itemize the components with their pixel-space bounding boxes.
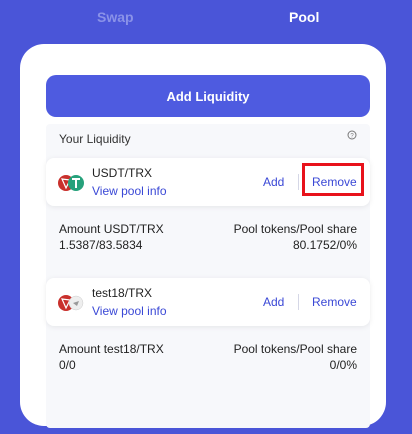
your-liquidity-heading: Your Liquidity (59, 132, 131, 146)
question-circle-icon: ? (347, 130, 357, 140)
pool-share-value: 80.1752/0% (292, 238, 357, 252)
tab-swap[interactable]: Swap (97, 9, 134, 25)
token-pair-icon (58, 173, 88, 193)
amount-value: 1.5387/83.5834 (59, 238, 143, 252)
add-liquidity-button[interactable]: Add Liquidity (46, 75, 370, 117)
pool-pair-name: test18/TRX (92, 286, 153, 300)
pool-share-label: Pool tokens/Pool share (233, 222, 357, 236)
remove-highlight-box (302, 163, 364, 196)
pool-header: test18/TRX View pool info Add Remove (46, 278, 370, 326)
pool-pair-name: USDT/TRX (92, 166, 152, 180)
divider (298, 294, 299, 310)
amount-label: Amount test18/TRX (59, 342, 164, 356)
divider (298, 174, 299, 190)
your-liquidity-section: Your Liquidity ? USDT/TRX View pool info… (46, 124, 370, 428)
pool-share-value: 0/0% (329, 358, 357, 372)
add-button[interactable]: Add (263, 295, 284, 309)
amount-value: 0/0 (59, 358, 76, 372)
pool-card: Add Liquidity Your Liquidity ? USDT/TRX … (20, 44, 386, 428)
view-pool-info-link[interactable]: View pool info (92, 184, 167, 198)
pool-header: USDT/TRX View pool info Add Remove (46, 158, 370, 206)
pool-share-label: Pool tokens/Pool share (233, 342, 357, 356)
view-pool-info-link[interactable]: View pool info (92, 304, 167, 318)
amount-label: Amount USDT/TRX (59, 222, 164, 236)
add-button[interactable]: Add (263, 175, 284, 189)
help-icon[interactable]: ? (347, 130, 357, 140)
remove-button[interactable]: Remove (312, 295, 357, 309)
tab-bar: Swap Pool (0, 0, 412, 40)
token-pair-icon (58, 293, 88, 313)
tab-pool[interactable]: Pool (289, 9, 319, 25)
